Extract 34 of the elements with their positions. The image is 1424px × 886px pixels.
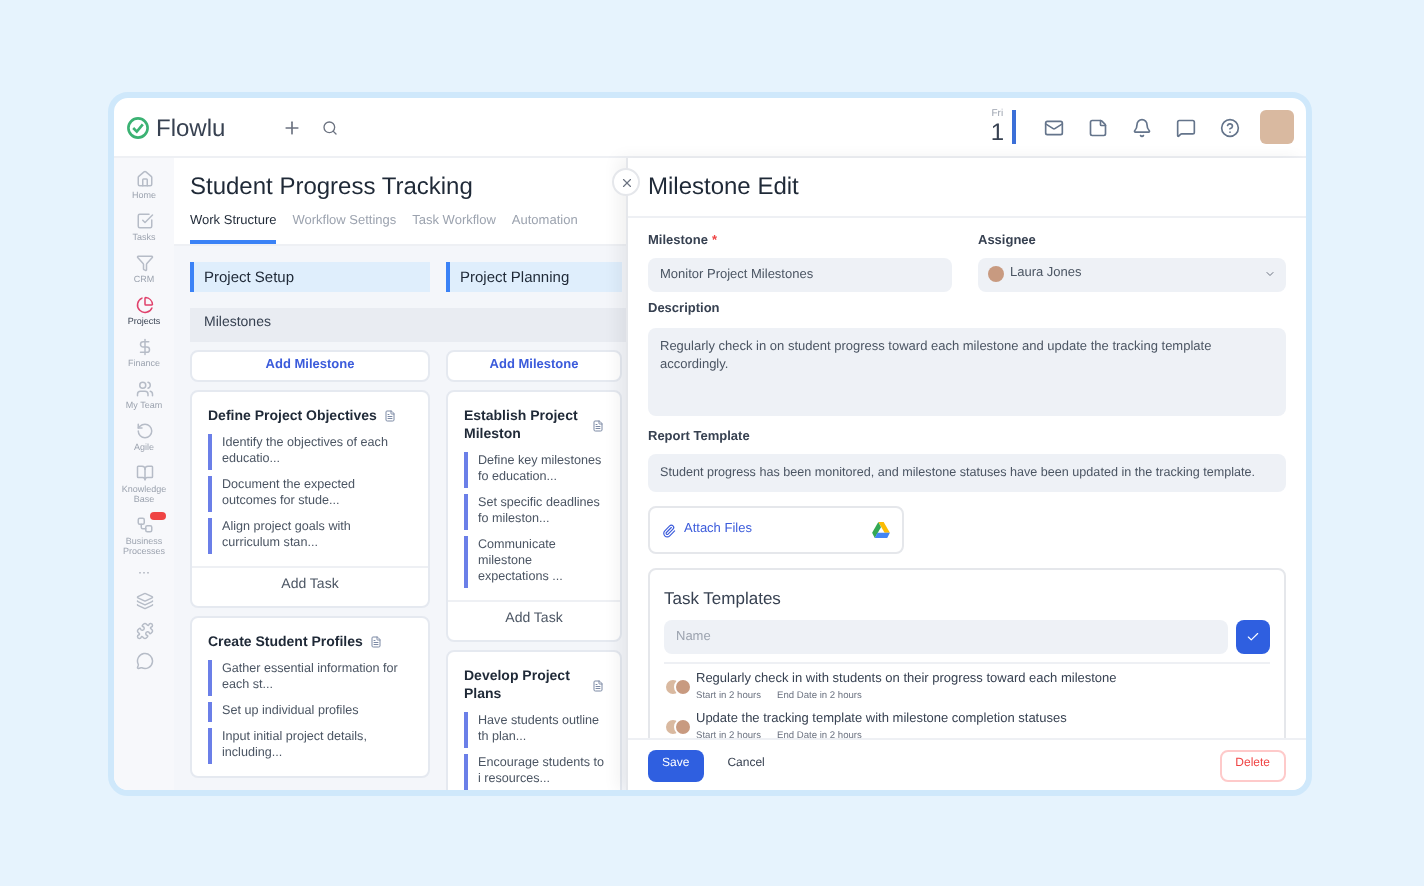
chat-icon[interactable]	[1176, 117, 1196, 137]
dollar-icon	[135, 338, 153, 356]
note-icon[interactable]	[1088, 117, 1108, 137]
document-icon	[370, 636, 383, 649]
document-icon	[592, 419, 604, 432]
cycle-icon	[135, 422, 153, 440]
document-icon	[384, 410, 397, 423]
add-icon[interactable]	[281, 117, 302, 137]
search-icon[interactable]	[321, 119, 338, 135]
logo-icon	[126, 115, 150, 139]
project-title: Student Progress Tracking	[190, 170, 475, 204]
avatar	[988, 266, 1004, 283]
pie-chart-icon	[135, 296, 153, 314]
book-icon	[135, 464, 153, 482]
close-icon	[619, 175, 633, 189]
confirm-button[interactable]	[1236, 620, 1270, 654]
home-icon	[135, 170, 153, 188]
avatar-pair-icon	[664, 677, 692, 696]
document-icon	[592, 679, 604, 692]
funnel-icon	[135, 254, 153, 272]
mail-icon[interactable]	[1044, 117, 1064, 137]
chevron-down-icon	[1264, 268, 1276, 281]
check-icon	[1246, 630, 1260, 644]
checkbox-icon	[135, 212, 153, 230]
logo-text: Flowlu	[156, 111, 226, 145]
date-label: 1	[990, 120, 1004, 144]
help-icon[interactable]	[1220, 117, 1240, 137]
drive-icon	[872, 522, 890, 539]
section-title: Task Templates	[664, 586, 783, 612]
paperclip-icon	[662, 523, 676, 538]
bell-icon[interactable]	[1132, 117, 1152, 137]
people-icon	[135, 380, 153, 398]
avatar-pair-icon	[664, 717, 692, 736]
workflow-icon	[135, 516, 153, 534]
